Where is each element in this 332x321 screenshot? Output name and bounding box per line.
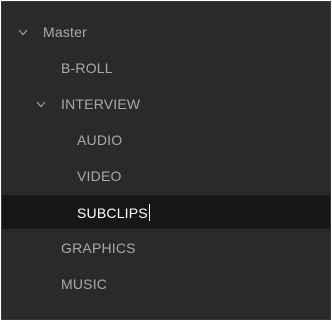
chevron-down-icon[interactable] xyxy=(35,98,47,110)
chevron-down-icon[interactable] xyxy=(17,26,29,38)
bin-item-label: INTERVIEW xyxy=(61,96,141,112)
bin-item-music[interactable]: MUSIC xyxy=(2,266,330,302)
bin-item-label: Master xyxy=(43,24,87,40)
bin-item-label: VIDEO xyxy=(77,168,122,184)
bin-item-master[interactable]: Master xyxy=(2,14,330,50)
bin-item-audio[interactable]: AUDIO xyxy=(2,122,330,158)
bin-item-interview[interactable]: INTERVIEW xyxy=(2,86,330,122)
bin-item-label: AUDIO xyxy=(77,132,123,148)
bin-name-edit-field[interactable]: SUBCLIPS xyxy=(77,203,150,221)
bin-item-b-roll[interactable]: B-ROLL xyxy=(2,50,330,86)
bin-item-subclips[interactable]: SUBCLIPS xyxy=(2,195,330,229)
text-cursor xyxy=(148,203,150,221)
bin-item-label: MUSIC xyxy=(61,276,108,292)
bin-tree-panel: Master B-ROLL INTERVIEW AUDIO VIDEO SUBC… xyxy=(1,1,331,320)
bin-item-graphics[interactable]: GRAPHICS xyxy=(2,230,330,266)
bin-item-label: B-ROLL xyxy=(61,60,113,76)
bin-item-video[interactable]: VIDEO xyxy=(2,158,330,194)
bin-item-label: SUBCLIPS xyxy=(77,204,148,221)
bin-item-label: GRAPHICS xyxy=(61,240,136,256)
